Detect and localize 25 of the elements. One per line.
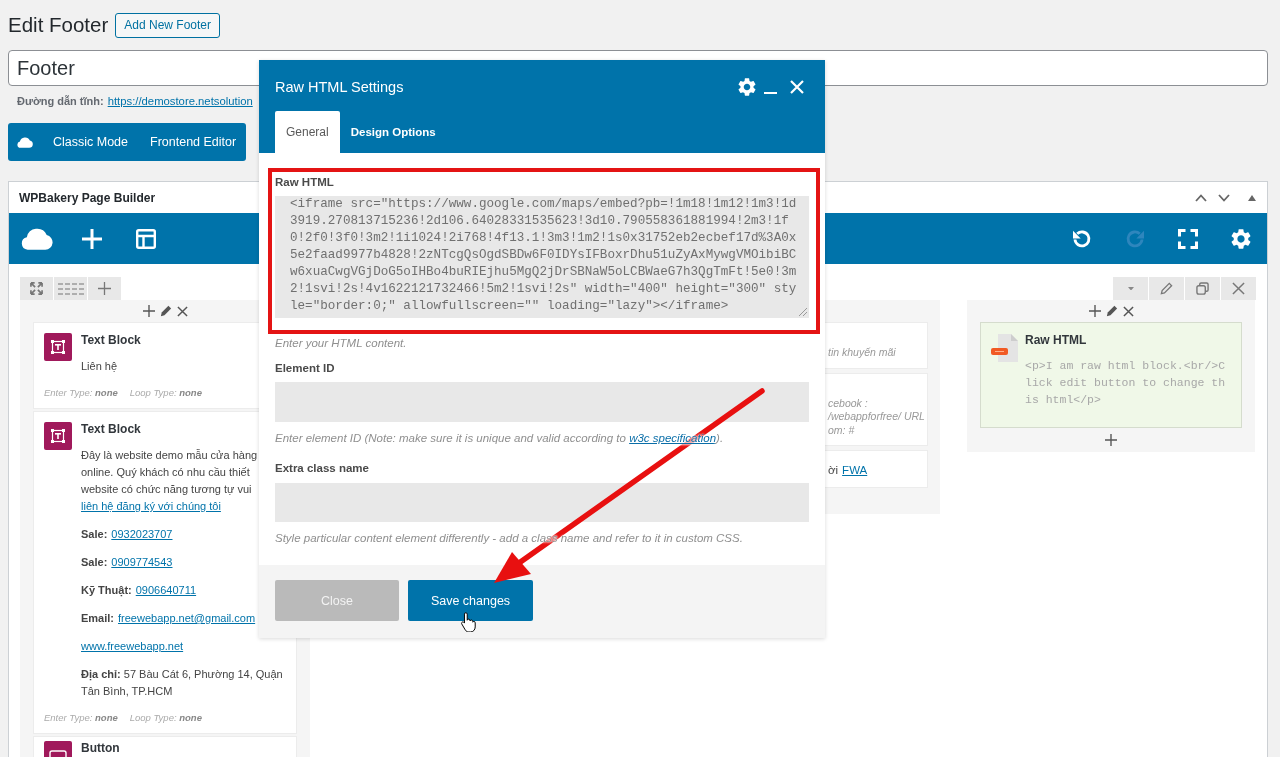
element-title: Raw HTML — [1025, 333, 1088, 347]
contact-label: Sale: — [81, 527, 108, 542]
element-meta: Loop Type: none — [129, 386, 202, 400]
element-meta: Enter Type: none — [44, 711, 118, 725]
paragraph-text: Đây là website demo mẫu cửa hàng online. Quý khách có nhu cầu thiết website có chức năng tương tự vui liên hệ đăng ký với chúng tôi — [81, 447, 260, 515]
field-label: Extra class name — [275, 461, 370, 476]
element-title: Button — [81, 741, 121, 755]
panel-title: WPBakery Page Builder — [19, 190, 156, 205]
element-meta: Loop Type: none — [129, 711, 202, 725]
field-label: Raw HTML — [275, 175, 335, 190]
contact-label: Sale: — [81, 555, 108, 570]
element-text: tin khuyến mãi — [828, 346, 897, 360]
page-title: Edit Footer — [8, 12, 109, 38]
code-preview: <p>I am raw html block.<br/>Click edit button to change this html</p> — [1025, 357, 1226, 408]
dialog-title: Raw HTML Settings — [275, 79, 404, 95]
element-meta: Enter Type: none — [44, 386, 118, 400]
field-label: Element ID — [275, 361, 336, 376]
help-text: Enter your HTML content. — [275, 336, 408, 351]
contact-label: Email: — [81, 611, 114, 626]
contact-text: Địa chỉ: 57 Bàu Cát 6, Phường 14, Quận Tân Bình, TP.HCM — [81, 667, 284, 699]
element-text: ời — [828, 463, 839, 478]
element-title: Text Block — [81, 422, 142, 436]
contact-label: Kỹ Thuật: — [81, 583, 132, 599]
element-text: cebook : /webappforfree/ URL om: # — [828, 396, 926, 437]
permalink-label: Đường dẫn tĩnh: — [17, 94, 104, 109]
